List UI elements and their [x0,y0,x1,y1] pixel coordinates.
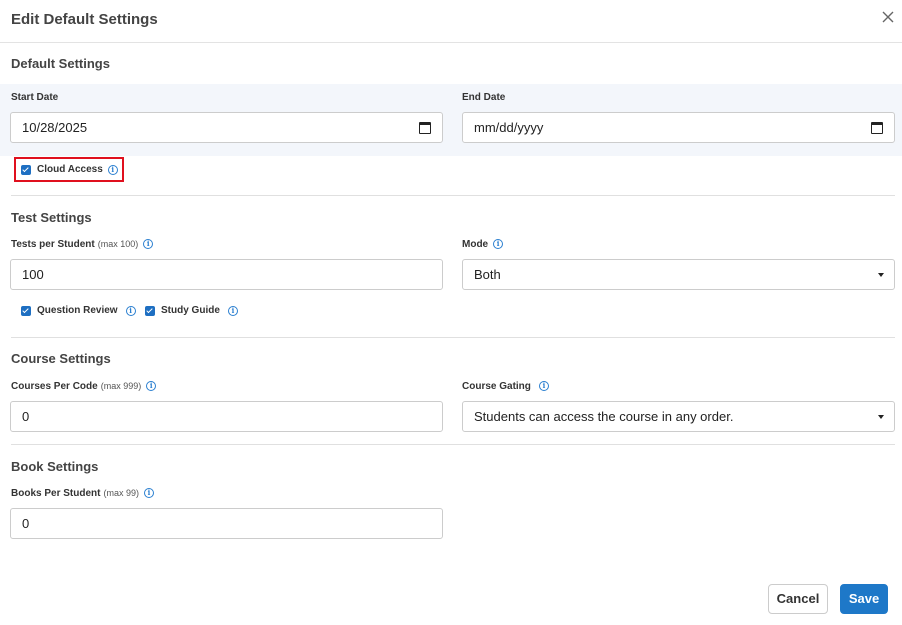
end-date-input[interactable]: mm/dd/yyyy [462,112,895,143]
course-gating-value: Students can access the course in any or… [474,409,734,424]
info-icon[interactable]: i [538,381,549,392]
courses-per-code-text: Courses Per Code [11,381,98,392]
caret-down-icon [878,273,884,277]
cancel-button[interactable]: Cancel [768,584,828,614]
courses-per-code-label: Courses Per Code (max 999) i [11,381,157,392]
tests-per-student-input[interactable]: 100 [10,259,443,290]
mode-label-text: Mode [462,239,489,250]
books-per-student-label: Books Per Student (max 99) i [11,488,154,499]
section-title-test: Test Settings [11,210,92,225]
question-review-checkbox[interactable]: Question Review i [21,305,136,316]
courses-max-hint: (max 999) [100,381,142,391]
cloud-access-label: Cloud Access [37,164,103,175]
section-title-course: Course Settings [11,351,111,366]
start-date-input[interactable]: 10/28/2025 [10,112,443,143]
cloud-access-checkbox[interactable]: Cloud Access i [21,164,118,175]
start-date-value: 10/28/2025 [22,120,88,135]
tests-per-student-text: Tests per Student [11,239,95,250]
question-review-label: Question Review [37,305,118,316]
tests-per-student-label: Tests per Student (max 100) i [11,239,154,250]
section-title-book: Book Settings [11,459,99,474]
mode-label: Mode i [462,239,504,250]
modal-header: Edit Default Settings [0,0,902,43]
info-icon[interactable]: i [143,239,154,250]
info-icon[interactable]: i [493,239,504,250]
modal-title: Edit Default Settings [11,11,158,28]
checkbox-checked-icon[interactable] [145,305,155,316]
course-gating-select[interactable]: Students can access the course in any or… [462,401,895,432]
info-icon[interactable]: i [125,305,136,316]
close-icon[interactable] [880,9,896,25]
checkbox-checked-icon[interactable] [21,305,31,316]
divider [11,337,895,338]
info-icon[interactable]: i [227,305,238,316]
calendar-icon[interactable] [419,122,431,134]
mode-value: Both [474,267,501,282]
start-date-label: Start Date [11,92,59,103]
info-icon[interactable]: i [143,488,154,499]
books-per-student-text: Books Per Student [11,488,101,499]
tests-per-student-value: 100 [22,267,44,282]
courses-per-code-value: 0 [22,409,30,424]
save-button[interactable]: Save [840,584,888,614]
books-max-hint: (max 99) [103,488,139,498]
tests-max-hint: (max 100) [97,239,139,249]
info-icon[interactable]: i [146,381,157,392]
course-gating-text: Course Gating [462,381,531,392]
checkbox-checked-icon[interactable] [21,164,31,175]
divider [11,444,895,445]
study-guide-label: Study Guide [161,305,220,316]
calendar-icon[interactable] [871,122,883,134]
end-date-placeholder: mm/dd/yyyy [474,120,544,135]
courses-per-code-input[interactable]: 0 [10,401,443,432]
mode-select[interactable]: Both [462,259,895,290]
books-per-student-input[interactable]: 0 [10,508,443,539]
divider [11,195,895,196]
course-gating-label: Course Gating i [462,381,549,392]
caret-down-icon [878,415,884,419]
study-guide-checkbox[interactable]: Study Guide i [145,305,238,316]
end-date-label: End Date [462,92,506,103]
section-title-default: Default Settings [11,56,110,71]
info-icon[interactable]: i [107,164,118,175]
books-per-student-value: 0 [22,516,30,531]
